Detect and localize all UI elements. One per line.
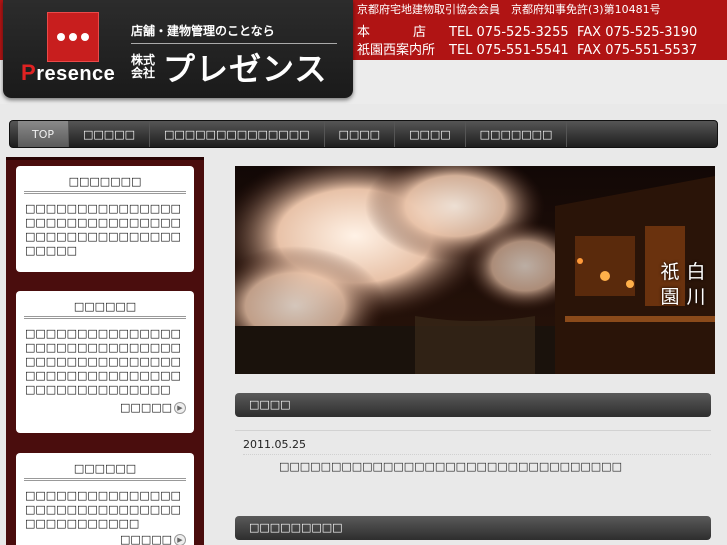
more-link[interactable]: □□□□□ ▶	[120, 401, 186, 414]
sidebar-box-3: □□□□□□ □□□□□□□□□□□□□□□□□□□□□□□□□□□□□□□□□…	[16, 453, 194, 545]
nav-item-top[interactable]: TOP	[18, 121, 70, 147]
arrow-right-circle-icon: ▶	[174, 401, 186, 414]
nav-item-6[interactable]: □□□□□□□	[466, 121, 568, 147]
logo[interactable]: Presence 店舗・建物管理のことなら 株式会社 プレゼンス	[3, 0, 353, 98]
arrow-right-circle-icon: ▶	[174, 533, 186, 545]
sidebar-box-text: □□□□□□□□□□□□□□□□□□□□□□□□□□□□□□□□□□□□□□□□…	[25, 327, 181, 396]
sidebar-box-1: □□□□□□□ □□□□□□□□□□□□□□□□□□□□□□□□□□□□□□□□…	[16, 166, 194, 272]
contact-info: 京都府宅地建物取引協会会員 京都府知事免許(3)第10481号 本 店 TEL 0…	[353, 0, 727, 60]
office-tel: TEL 075-551-5541	[449, 43, 569, 58]
hero-image: 祇園 白川	[235, 166, 715, 374]
logo-tagline: 店舗・建物管理のことなら	[131, 22, 337, 44]
main-nav: TOP □□□□□ □□□□□□□□□□□□□□ □□□□ □□□□ □□□□□…	[9, 120, 718, 148]
divider	[243, 454, 711, 455]
news-item-link[interactable]: □□□□□□□□□□□□□□□□□□□□□□□□□□□□□□□□□	[279, 460, 622, 473]
sidebar: □□□□□□□ □□□□□□□□□□□□□□□□□□□□□□□□□□□□□□□□…	[6, 157, 204, 545]
more-link-label: □□□□□	[120, 533, 172, 545]
sidebar-box-title: □□□□□□	[24, 453, 186, 481]
office-name: 本 店	[357, 25, 428, 40]
logo-mark-icon	[47, 12, 99, 62]
office-tel: TEL 075-525-3255	[449, 25, 569, 40]
sidebar-box-text: □□□□□□□□□□□□□□□□□□□□□□□□□□□□□□□□□□□□□□□□…	[25, 202, 181, 257]
hero-caption-right: 白川	[686, 261, 706, 308]
news-date: 2011.05.25	[243, 438, 306, 451]
sidebar-box-text: □□□□□□□□□□□□□□□□□□□□□□□□□□□□□□□□□□□□□□□□…	[25, 489, 181, 530]
divider	[235, 430, 711, 431]
more-link[interactable]: □□□□□ ▶	[120, 533, 186, 545]
logo-wordmark: Presence	[21, 60, 116, 85]
office-fax: FAX 075-551-5537	[577, 43, 698, 58]
office-name: 祇園西案内所	[357, 43, 436, 58]
more-link-label: □□□□□	[120, 401, 172, 414]
hero-caption-left: 祇園	[660, 261, 680, 308]
sidebar-box-title: □□□□□□	[24, 291, 186, 319]
company-type: 株式会社	[131, 53, 156, 80]
contact-row-gion: 祇園西案内所 TEL 075-551-5541 FAX 075-551-5537	[357, 39, 697, 58]
company-name: プレゼンス	[163, 50, 328, 88]
news-heading: □□□□	[235, 393, 711, 417]
nav-item-3[interactable]: □□□□□□□□□□□□□□	[150, 121, 325, 147]
site-header: Presence 店舗・建物管理のことなら 株式会社 プレゼンス 京都府宅地建物…	[0, 0, 727, 104]
office-fax: FAX 075-525-3190	[577, 25, 698, 40]
hero-photo-illustration	[235, 166, 715, 374]
section2-heading: □□□□□□□□□	[235, 516, 711, 540]
contact-row-main: 本 店 TEL 075-525-3255 FAX 075-525-3190	[357, 21, 697, 40]
sidebar-box-title: □□□□□□□	[24, 166, 186, 194]
license-text: 京都府宅地建物取引協会会員 京都府知事免許(3)第10481号	[357, 3, 661, 16]
nav-item-5[interactable]: □□□□	[395, 121, 466, 147]
nav-item-4[interactable]: □□□□	[325, 121, 396, 147]
sidebar-box-2: □□□□□□ □□□□□□□□□□□□□□□□□□□□□□□□□□□□□□□□□…	[16, 291, 194, 433]
nav-item-2[interactable]: □□□□□	[69, 121, 150, 147]
